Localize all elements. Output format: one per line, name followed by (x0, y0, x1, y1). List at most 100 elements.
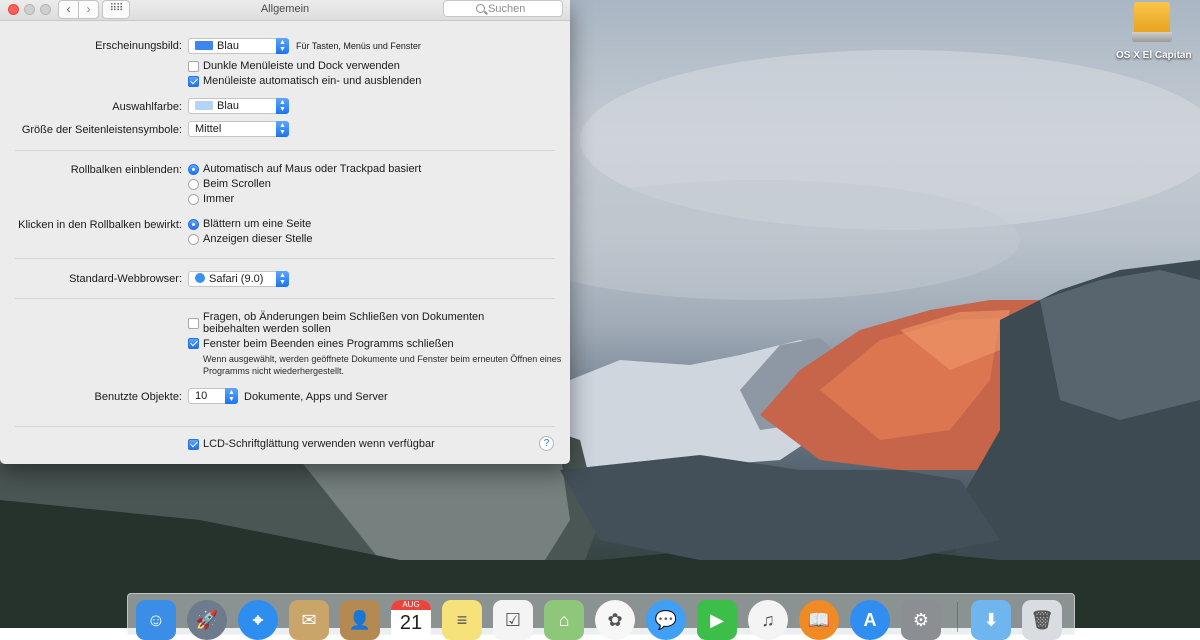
close-windows-label: Fenster beim Beenden eines Programms sch… (203, 338, 454, 350)
browser-popup[interactable]: Safari (9.0) ▲ ▼ (188, 271, 289, 287)
itunes-icon-glyph: ♫ (761, 610, 775, 630)
app-store-icon[interactable]: A (850, 600, 890, 640)
popup-arrows-icon: ▲ ▼ (225, 388, 238, 404)
finder-icon-glyph: ☺ (146, 610, 166, 630)
calendar-icon[interactable]: AUG 21 (391, 600, 431, 640)
downloads-folder-icon[interactable]: ⬇ (971, 600, 1011, 640)
recent-items-label: Benutzte Objekte: (94, 391, 182, 403)
scrollbars-always-radio[interactable] (188, 194, 199, 205)
click-spot-label: Anzeigen dieser Stelle (203, 233, 313, 245)
separator (15, 258, 555, 259)
calendar-day: 21 (399, 612, 423, 634)
highlight-value: Blau (217, 100, 240, 112)
ask-keep-changes-line2: beibehalten werden sollen (203, 323, 331, 335)
scrollbars-auto-radio[interactable] (188, 164, 199, 175)
sidebar-size-value: Mittel (195, 123, 222, 135)
facetime-icon[interactable]: ▶ (697, 600, 737, 640)
hint-line2: Programms nicht wiederhergestellt. (203, 366, 345, 376)
lcd-smoothing-checkbox[interactable] (188, 439, 199, 450)
click-page-label: Blättern um eine Seite (203, 218, 312, 230)
facetime-icon-glyph: ▶ (710, 610, 724, 630)
popup-arrows-icon: ▲ ▼ (276, 38, 289, 54)
auto-hide-menu-checkbox[interactable] (188, 76, 199, 87)
popup-arrows-icon: ▲ ▼ (276, 98, 289, 114)
scrollbars-scrolling-label: Beim Scrollen (203, 178, 271, 190)
maps-icon-glyph: ⌂ (558, 610, 570, 630)
help-button[interactable]: ? (539, 436, 554, 451)
photos-icon-glyph: ✿ (607, 610, 623, 630)
reminders-icon-glyph: ☑ (504, 610, 522, 630)
browser-value: Safari (9.0) (209, 273, 264, 285)
trash-icon-glyph: 🗑 (1030, 610, 1054, 630)
lcd-smoothing-label: LCD-Schriftglättung verwenden wenn verfü… (203, 438, 435, 450)
dark-menu-checkbox[interactable] (188, 61, 199, 72)
appearance-popup[interactable]: Blau ▲ ▼ (188, 38, 289, 54)
click-page-radio[interactable] (188, 219, 199, 230)
separator (15, 426, 555, 427)
appearance-label: Erscheinungsbild: (95, 40, 182, 52)
contacts-icon-glyph: 👤 (348, 610, 372, 630)
safari-icon[interactable]: ⌖ (238, 600, 278, 640)
messages-icon[interactable]: 💬 (646, 600, 686, 640)
photos-icon[interactable]: ✿ (595, 600, 635, 640)
calendar-month: AUG (391, 600, 431, 610)
reminders-icon[interactable]: ☑ (493, 600, 533, 640)
ask-keep-changes-checkbox[interactable] (188, 318, 199, 329)
search-icon (476, 4, 485, 13)
highlight-swatch (195, 101, 213, 110)
click-scroll-label: Klicken in den Rollbalken bewirkt: (18, 219, 182, 231)
system-preferences-icon-glyph: ⚙ (912, 610, 930, 630)
close-windows-hint: Wenn ausgewählt, werden geöffnete Dokume… (203, 353, 563, 377)
app-store-icon-glyph: A (863, 610, 877, 630)
ibooks-icon-glyph: 📖 (807, 610, 831, 630)
close-windows-checkbox[interactable] (188, 338, 199, 349)
sidebar-size-label: Größe der Seitenleistensymbole: (21, 124, 182, 136)
preferences-window: ‹ › ⠿⠿ Allgemein Suchen Erscheinungsbild… (0, 0, 570, 464)
safari-icon (195, 273, 205, 283)
highlight-popup[interactable]: Blau ▲ ▼ (188, 98, 289, 114)
sidebar-size-popup[interactable]: Mittel ▲ ▼ (188, 121, 289, 137)
highlight-label: Auswahlfarbe: (112, 101, 182, 113)
safari-icon-glyph: ⌖ (252, 610, 264, 630)
hard-drive-icon (1132, 2, 1172, 42)
dark-menu-label: Dunkle Menüleiste und Dock verwenden (203, 60, 400, 72)
downloads-folder-icon-glyph: ⬇ (983, 610, 999, 630)
recent-items-popup[interactable]: 10 ▲ ▼ (188, 388, 238, 404)
ask-keep-changes-label: Fragen, ob Änderungen beim Schließen von… (203, 311, 484, 335)
contacts-icon[interactable]: 👤 (340, 600, 380, 640)
dock: ☺ 🚀 ⌖ ✉ 👤 AUG 21 ≡ ☑ ⌂ ✿ 💬 ▶ ♫ 📖 A ⚙ ⬇ 🗑 (127, 593, 1075, 640)
scrollbars-scrolling-radio[interactable] (188, 179, 199, 190)
search-input[interactable]: Suchen (443, 0, 563, 17)
ask-keep-changes-line1: Fragen, ob Änderungen beim Schließen von… (203, 311, 485, 323)
launchpad-icon[interactable]: 🚀 (187, 600, 227, 640)
itunes-icon[interactable]: ♫ (748, 600, 788, 640)
finder-icon[interactable]: ☺ (136, 600, 176, 640)
maps-icon[interactable]: ⌂ (544, 600, 584, 640)
window-titlebar[interactable]: ‹ › ⠿⠿ Allgemein Suchen (0, 0, 570, 21)
recent-items-suffix: Dokumente, Apps und Server (244, 391, 388, 403)
hint-line1: Wenn ausgewählt, werden geöffnete Dokume… (203, 354, 562, 364)
popup-arrows-icon: ▲ ▼ (276, 271, 289, 287)
ibooks-icon[interactable]: 📖 (799, 600, 839, 640)
scrollbars-auto-label: Automatisch auf Maus oder Trackpad basie… (203, 163, 422, 175)
auto-hide-menu-label: Menüleiste automatisch ein- und ausblend… (203, 75, 422, 87)
separator (15, 298, 555, 299)
appearance-swatch (195, 41, 213, 50)
drive-label: OS X El Capitan (1116, 50, 1192, 61)
browser-label: Standard-Webbrowser: (69, 273, 182, 285)
launchpad-icon-glyph: 🚀 (195, 610, 219, 630)
separator (15, 150, 555, 151)
drive-desktop-icon[interactable]: OS X El Capitan (1116, 2, 1192, 61)
trash-icon[interactable]: 🗑 (1022, 600, 1062, 640)
system-preferences-icon[interactable]: ⚙ (901, 600, 941, 640)
search-placeholder: Suchen (488, 3, 526, 15)
notes-icon[interactable]: ≡ (442, 600, 482, 640)
recent-items-value: 10 (195, 390, 208, 402)
mail-icon[interactable]: ✉ (289, 600, 329, 640)
notes-icon-glyph: ≡ (456, 610, 468, 630)
click-spot-radio[interactable] (188, 234, 199, 245)
scrollbars-label: Rollbalken einblenden: (70, 164, 182, 176)
scrollbars-always-label: Immer (203, 193, 235, 205)
popup-arrows-icon: ▲ ▼ (276, 121, 289, 137)
appearance-note: Für Tasten, Menüs und Fenster (296, 41, 421, 51)
